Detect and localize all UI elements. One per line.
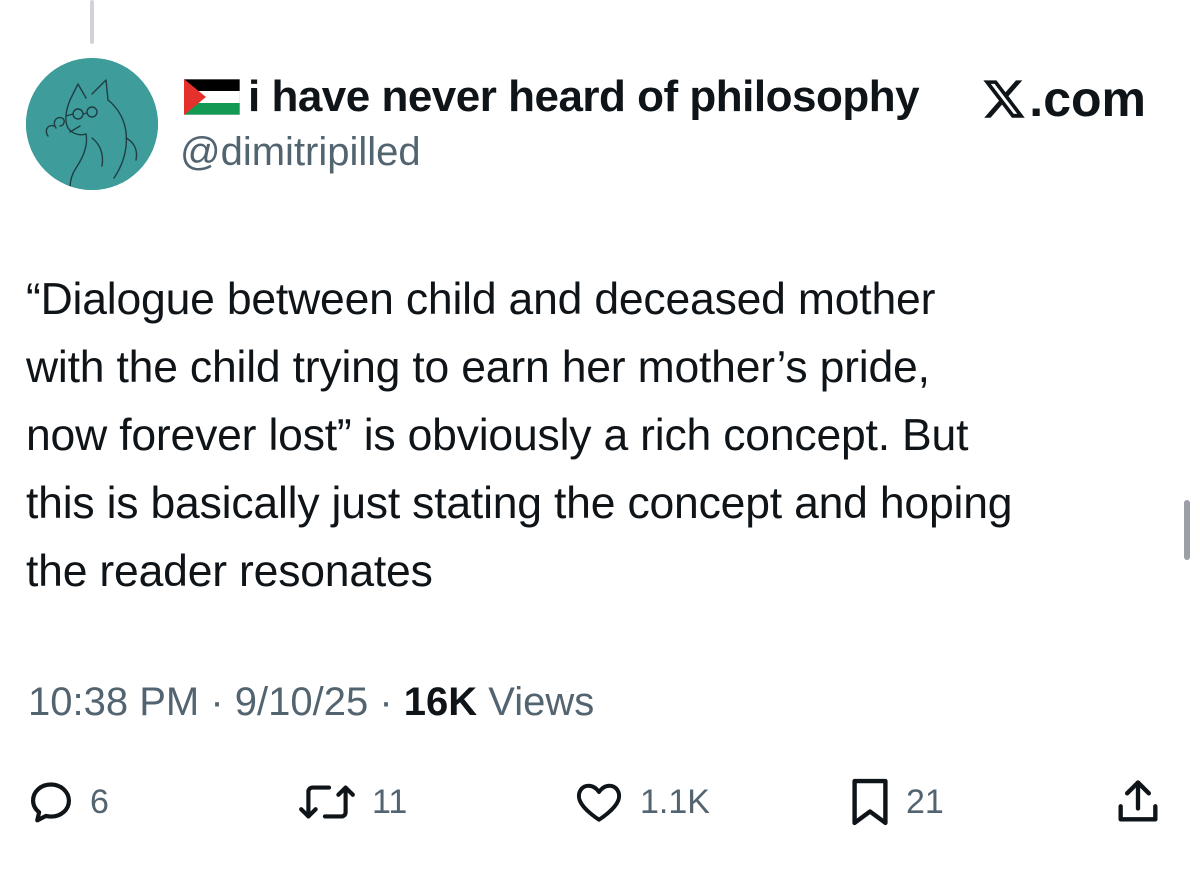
brand-label: .com bbox=[1029, 71, 1146, 127]
brand-watermark: .com bbox=[981, 70, 1146, 128]
author-display-name[interactable]: i have never heard of philosophy bbox=[248, 72, 920, 122]
reply-button[interactable]: 6 bbox=[26, 772, 109, 832]
repost-count: 11 bbox=[372, 782, 408, 821]
views-label: Views bbox=[477, 680, 595, 724]
share-button[interactable] bbox=[1112, 772, 1164, 832]
meta-separator: · bbox=[368, 680, 404, 724]
repost-button[interactable]: 11 bbox=[296, 772, 407, 832]
views-count[interactable]: 16K bbox=[404, 680, 477, 724]
tweet-action-bar: 6 11 1.1K 21 bbox=[0, 772, 1200, 832]
tweet-text: “Dialogue between child and deceased mot… bbox=[26, 275, 1013, 596]
tweet-time[interactable]: 10:38 PM bbox=[28, 680, 199, 724]
reply-count: 6 bbox=[90, 782, 109, 821]
like-button[interactable]: 1.1K bbox=[572, 772, 710, 832]
avatar[interactable] bbox=[26, 58, 158, 190]
author-handle[interactable]: @dimitripilled bbox=[180, 130, 421, 175]
bookmark-count: 21 bbox=[906, 782, 944, 821]
cat-sketch-avatar-icon bbox=[26, 58, 158, 190]
tweet-meta: 10:38 PM · 9/10/25 · 16K Views bbox=[28, 680, 594, 725]
bookmark-icon bbox=[852, 778, 888, 826]
x-logo-icon bbox=[983, 80, 1026, 118]
heart-icon bbox=[576, 783, 622, 822]
author-name-row: i have never heard of philosophy bbox=[184, 72, 920, 122]
bookmark-button[interactable]: 21 bbox=[848, 772, 944, 832]
meta-separator: · bbox=[199, 680, 235, 724]
share-icon bbox=[1118, 780, 1158, 822]
reply-icon bbox=[31, 782, 71, 823]
palestine-flag-icon bbox=[184, 79, 240, 115]
like-count: 1.1K bbox=[640, 782, 710, 821]
thread-connector-line bbox=[90, 0, 94, 44]
scrollbar-thumb[interactable] bbox=[1184, 500, 1190, 560]
repost-icon bbox=[299, 785, 355, 819]
tweet-date[interactable]: 9/10/25 bbox=[235, 680, 368, 724]
